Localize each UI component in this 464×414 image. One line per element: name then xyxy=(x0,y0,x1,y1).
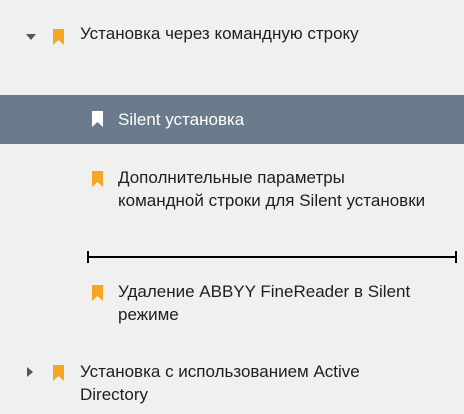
bookmark-icon xyxy=(92,171,103,187)
bookmark-icon xyxy=(53,365,64,381)
drop-position-indicator xyxy=(87,251,457,263)
toc-item-label: Установка через командную строку xyxy=(80,24,359,43)
expand-arrow-icon[interactable] xyxy=(27,367,33,377)
toc-item-command-line-install[interactable]: Установка через командную строку xyxy=(0,22,464,78)
table-of-contents-tree: Установка через командную строку Silent … xyxy=(0,0,464,414)
toc-item-label: Удаление ABBYY FineReader в Silent режим… xyxy=(118,282,411,324)
toc-item-label: Установка с использованием Active Direct… xyxy=(80,362,360,404)
toc-item-silent-install[interactable]: Silent установка xyxy=(0,95,464,144)
toc-item-additional-parameters[interactable]: Дополнительные параметры командной строк… xyxy=(0,166,464,238)
bookmark-icon xyxy=(53,29,64,45)
expand-arrow-icon[interactable] xyxy=(26,34,36,40)
bookmark-icon xyxy=(92,111,103,127)
toc-item-active-directory-install[interactable]: Установка с использованием Active Direct… xyxy=(0,360,464,410)
toc-item-label: Дополнительные параметры командной строк… xyxy=(118,168,426,210)
bookmark-icon xyxy=(92,285,103,301)
toc-item-uninstall-silent[interactable]: Удаление ABBYY FineReader в Silent режим… xyxy=(0,280,464,328)
toc-item-label: Silent установка xyxy=(118,110,245,129)
